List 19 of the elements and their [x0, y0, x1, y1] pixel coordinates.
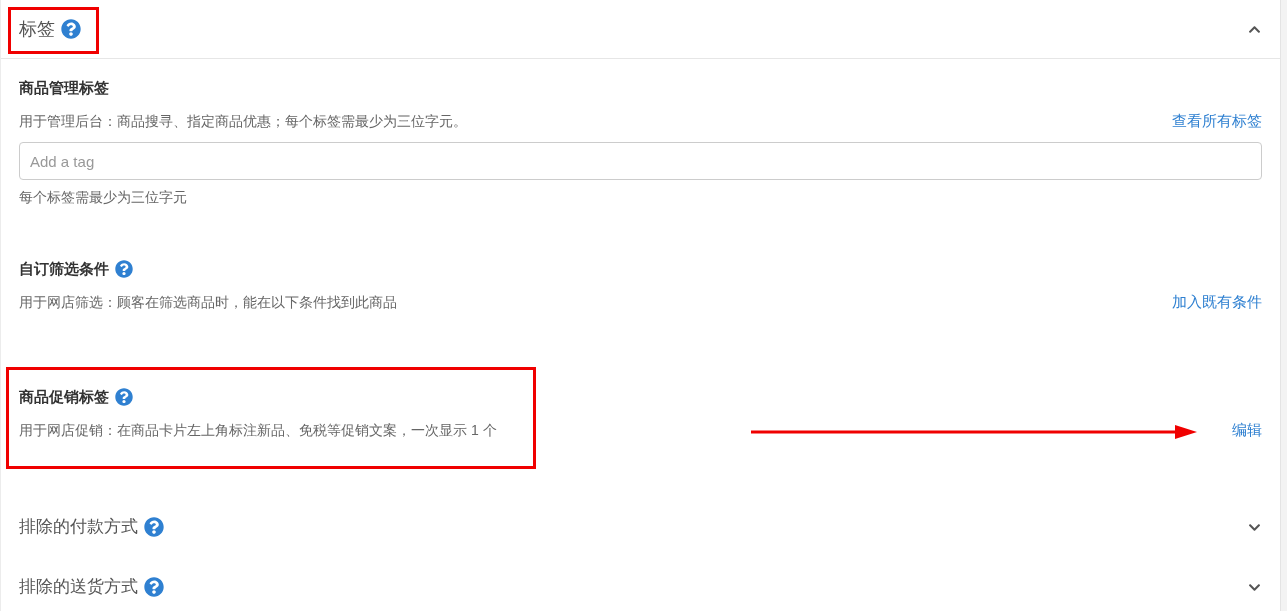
action-link[interactable]: 查看所有标签 — [1172, 109, 1262, 133]
help-icon[interactable] — [115, 388, 133, 406]
field-title: 自订筛选条件 — [19, 258, 109, 279]
input-field[interactable]: Add a tag — [19, 142, 1262, 180]
field-description: 用于网店促销：在商品卡片左上角标注新品、免税等促销文案，一次显示 1 个 — [19, 420, 497, 440]
action-link[interactable]: 加入既有条件 — [1172, 290, 1262, 314]
section-title: 标签 — [19, 17, 55, 41]
help-icon[interactable] — [61, 19, 81, 39]
field-title: 商品促销标签 — [19, 386, 109, 407]
section-title: 排除的送货方式 — [19, 576, 138, 599]
section-title: 排除的付款方式 — [19, 516, 138, 539]
field-description: 用于网店筛选：顾客在筛选商品时，能在以下条件找到此商品 — [19, 292, 397, 312]
hint-text: 每个标签需最少为三位字元 — [19, 187, 187, 207]
action-link[interactable]: 编辑 — [1232, 418, 1262, 442]
field-title: 商品管理标签 — [19, 77, 109, 98]
help-icon[interactable] — [144, 577, 164, 597]
field-description: 用于管理后台：商品搜寻、指定商品优惠；每个标签需最少为三位字元。 — [19, 111, 467, 131]
help-icon[interactable] — [115, 260, 133, 278]
help-icon[interactable] — [144, 517, 164, 537]
